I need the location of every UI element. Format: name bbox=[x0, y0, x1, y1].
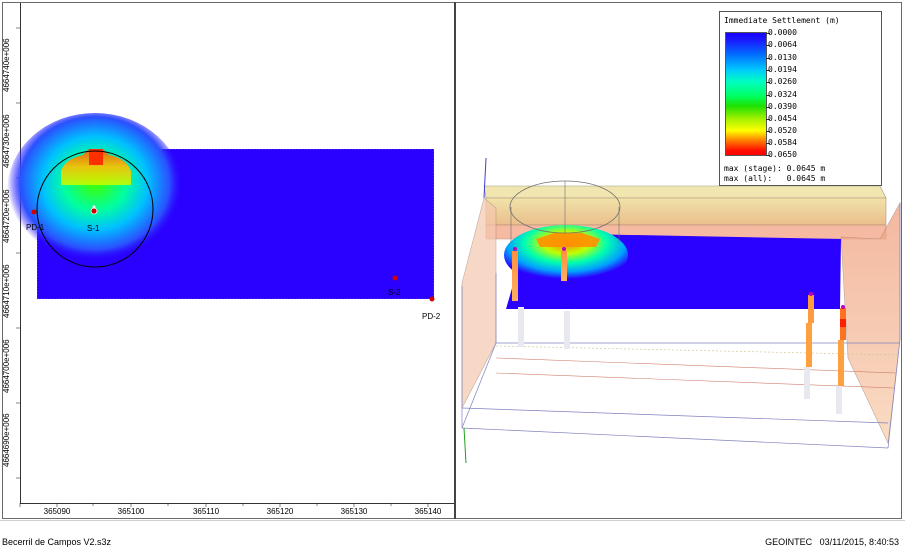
point-label-s-1[interactable]: S-1 bbox=[87, 224, 99, 233]
x-tick-label: 365120 bbox=[266, 507, 294, 516]
x-tick-label: 365100 bbox=[117, 507, 145, 516]
legend-value: 0.0064 bbox=[768, 40, 797, 49]
legend-value: 0.0520 bbox=[768, 126, 797, 135]
file-name: Becerril de Campos V2.s3z bbox=[2, 537, 112, 547]
y-tick-label: 4664700e+006 bbox=[2, 339, 11, 393]
legend-value: 0.0390 bbox=[768, 102, 797, 111]
y-tick-label: 4664730e+006 bbox=[2, 114, 11, 168]
legend-value: 0.0194 bbox=[768, 65, 797, 74]
point-label-pd-2[interactable]: PD-2 bbox=[422, 312, 440, 321]
x-tick-label: 365110 bbox=[192, 507, 220, 516]
settlement-plan-contour bbox=[7, 113, 435, 302]
legend-value: 0.0324 bbox=[768, 90, 797, 99]
status-bar: Becerril de Campos V2.s3z GEOINTEC 03/11… bbox=[0, 520, 905, 551]
max-all-label: max (all): bbox=[724, 174, 773, 183]
settlement-legend[interactable]: Immediate Settlement (m) 0.0000 0.0064 0… bbox=[719, 11, 882, 186]
max-stage-value: 0.0645 m bbox=[786, 164, 826, 173]
max-stage-label: max (stage): bbox=[724, 164, 782, 173]
point-label-s-2[interactable]: S-2 bbox=[388, 288, 400, 297]
legend-value: 0.0130 bbox=[768, 53, 797, 62]
legend-title: Immediate Settlement (m) bbox=[724, 16, 840, 25]
y-tick-label: 4664720e+006 bbox=[2, 189, 11, 243]
status-datetime: 03/11/2015, 8:40:53 bbox=[819, 537, 899, 547]
legend-color-bar bbox=[725, 32, 767, 156]
company-name: GEOINTEC bbox=[765, 537, 813, 547]
x-tick-label: 365090 bbox=[43, 507, 71, 516]
legend-value: 0.0454 bbox=[768, 114, 797, 123]
legend-max-all: max (all): 0.0645 m bbox=[724, 174, 825, 183]
status-right: GEOINTEC 03/11/2015, 8:40:53 bbox=[765, 537, 899, 547]
legend-value: 0.0584 bbox=[768, 138, 797, 147]
y-tick-label: 4664690e+006 bbox=[2, 413, 11, 467]
legend-value: 0.0000 bbox=[768, 28, 797, 37]
point-label-pd-1[interactable]: PD-1 bbox=[26, 223, 44, 232]
legend-value: 0.0650 bbox=[768, 150, 797, 159]
max-all-value: 0.0645 m bbox=[786, 174, 826, 183]
legend-max-stage: max (stage): 0.0645 m bbox=[724, 164, 825, 173]
y-tick-label: 4664710e+006 bbox=[2, 264, 11, 318]
x-tick-label: 365130 bbox=[340, 507, 368, 516]
y-tick-label: 4664740e+006 bbox=[2, 38, 11, 92]
plan-view[interactable]: PD-1 S-1 S-2 PD-2 bbox=[3, 3, 454, 518]
legend-value: 0.0260 bbox=[768, 77, 797, 86]
x-tick-label: 365140 bbox=[414, 507, 442, 516]
